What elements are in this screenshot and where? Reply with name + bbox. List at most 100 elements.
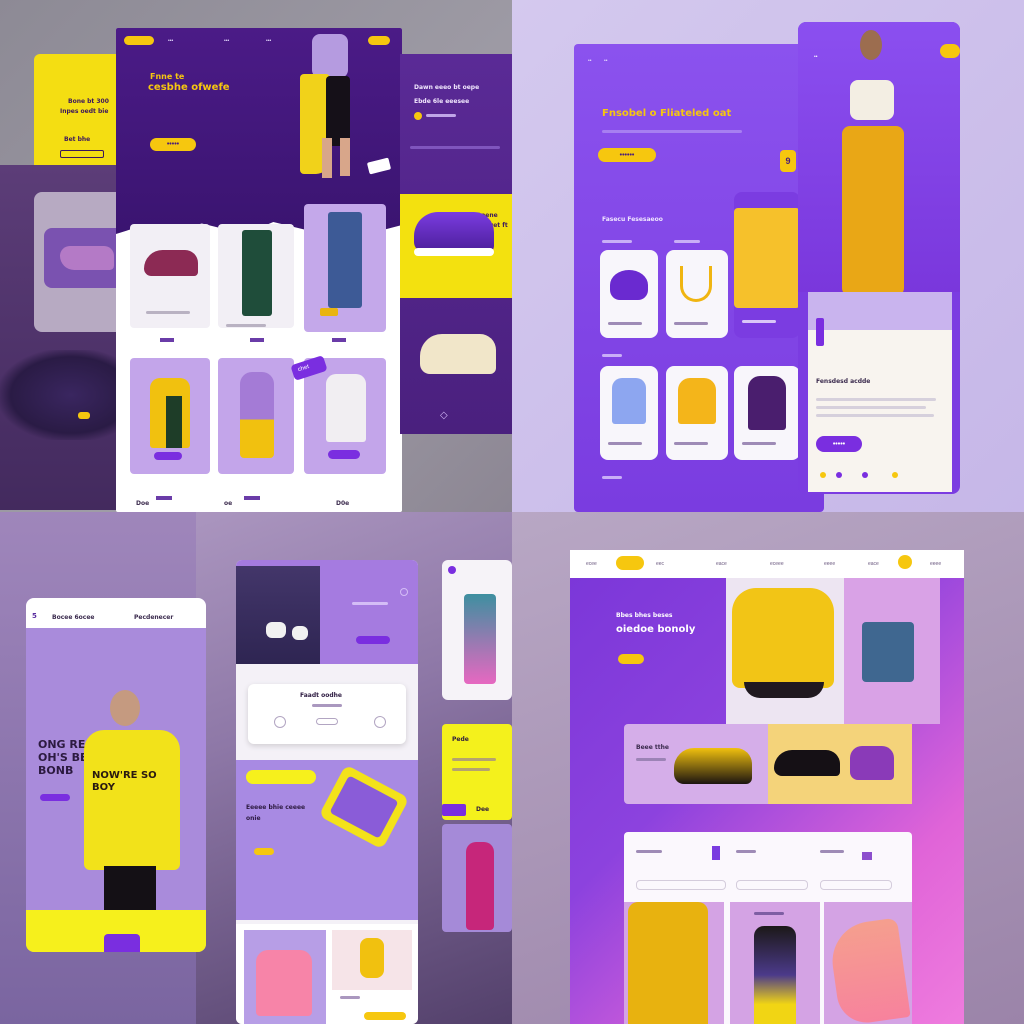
product-necklace-card[interactable]: [666, 250, 728, 338]
pink-sweater-icon: [256, 950, 312, 1016]
hero-cta[interactable]: [618, 654, 644, 664]
phone-cart-button[interactable]: [104, 934, 140, 952]
phone-mockup: 5 Bocee 6ocee Pecdenecer ONG RE OH'S BE …: [26, 598, 206, 952]
nav-active-pill[interactable]: [616, 556, 644, 570]
hero-kicker: Bbes bhes beses: [616, 612, 673, 619]
sneaker-strip: Beee tthe: [624, 724, 912, 804]
product-jacket-card[interactable]: [734, 366, 800, 460]
price-badge-text: Dee: [476, 806, 490, 813]
product-yellow-card[interactable]: [734, 192, 800, 338]
nav-item-8[interactable]: eeee: [930, 561, 941, 567]
shirt-icon: [612, 378, 646, 424]
hero-title: cesbhe ofwefe: [148, 82, 230, 93]
phone-header: Bocee 6ocee: [52, 614, 95, 621]
hero-shop-button[interactable]: ••••••: [598, 148, 656, 162]
strip-text: Beee tthe: [636, 744, 669, 751]
product-card-3[interactable]: [304, 204, 386, 332]
right-panel-sub: Ebde 6le eeesee: [414, 98, 470, 105]
quadrant-top-left: Bone bt 300 Inpes oedt bie Bet bhe ••• •…: [0, 0, 512, 512]
yellow-pants-card[interactable]: [624, 902, 724, 1024]
center-page: Faadt oodhe Eeeee bhie ceeee onie: [236, 560, 418, 1024]
side-card-line2: Inpes oedt bie: [60, 108, 109, 115]
printed-dress-icon: [754, 926, 796, 1024]
magenta-model-card[interactable]: [442, 824, 512, 932]
jeans-icon: [242, 230, 272, 316]
product-card-5[interactable]: [218, 358, 294, 474]
footer-label-3: D0e: [336, 500, 350, 507]
hat-icon: [610, 270, 648, 300]
hero-cta-button[interactable]: •••••: [150, 138, 196, 151]
necklace-icon: [680, 266, 712, 302]
phone-header-right: Pecdenecer: [134, 614, 174, 621]
category-card[interactable]: Faadt oodhe: [248, 684, 406, 744]
jacket-icon: [748, 376, 786, 430]
yellow-sweater-card[interactable]: [726, 578, 844, 724]
nav-item-6[interactable]: eace: [868, 561, 879, 567]
model-card: •• Fensdesd acdde •••••: [798, 22, 960, 494]
right-panel-title: Dawn eeeo bt oepe: [414, 84, 480, 91]
hoodie-text: NOW'RE SO BOY: [92, 770, 157, 793]
heel-card[interactable]: [824, 902, 912, 1024]
model-figure: [828, 30, 918, 296]
jeans-mini-card[interactable]: [442, 560, 512, 700]
cart-icon[interactable]: [898, 555, 912, 569]
footer-label-2: oe: [224, 500, 233, 507]
dress-icon: [712, 846, 720, 860]
desc-title: Fensdesd acdde: [816, 378, 871, 385]
denim-shorts-card[interactable]: [844, 578, 940, 724]
nav-item-5[interactable]: eeee: [824, 561, 835, 567]
cream-shoe-icon: [420, 334, 496, 374]
nav-pill-left[interactable]: [124, 36, 154, 45]
model-figure: [296, 34, 366, 184]
black-sneaker-icon: [774, 750, 840, 776]
sweater-icon: [732, 588, 834, 688]
pink-sweater-card[interactable]: [244, 930, 326, 1024]
main-page-card: ••• ••• ••• Fnne te cesbhe ofwefe •••••: [116, 28, 402, 512]
promo-pill[interactable]: [246, 770, 316, 784]
side-card-label: Bet bhe: [64, 136, 91, 143]
right-promo-panel: Dawn eeeo bt oepe Ebde 6le eeesee Dnene …: [400, 54, 512, 434]
footer-label-1: Doe: [136, 500, 150, 507]
dark-sneaker-icon: [0, 350, 118, 440]
purple-sneaker-icon: [414, 212, 494, 252]
add-to-cart-button[interactable]: •••••: [816, 436, 862, 452]
product-sweater-card[interactable]: [666, 366, 728, 460]
detail-panel: Fensdesd acdde •••••: [808, 292, 952, 492]
product-card-6[interactable]: [304, 358, 386, 474]
jeans-icon: [464, 594, 496, 684]
section-label: Fasecu Fesesaeoo: [602, 216, 663, 223]
product-shirt-card[interactable]: [600, 366, 658, 460]
promo-lines: Eeeee bhie ceeee onie: [246, 804, 306, 822]
side-card-button[interactable]: [60, 150, 104, 158]
yellow-card-label: Pede: [452, 736, 469, 743]
nav-item-3[interactable]: eace: [716, 561, 727, 567]
nav-item-1[interactable]: ecee: [586, 561, 597, 567]
purple-high-top-icon: [850, 746, 894, 780]
yellow-mini-card[interactable]: Pede Dee: [442, 724, 512, 820]
yellow-bag-icon: [734, 208, 800, 308]
quadrant-bottom-left: 5 Bocee 6ocee Pecdenecer ONG RE OH'S BE …: [0, 512, 512, 1024]
side-card-line1: Bone bt 300: [68, 98, 109, 105]
bookmark-icon: [816, 318, 824, 346]
menu-button[interactable]: [940, 44, 960, 58]
yellow-sneaker-icon: [674, 748, 752, 784]
nav-pill-right[interactable]: [368, 36, 390, 45]
main-purple-page: •• •• Fnsobel o Fliateled oat •••••• Fas…: [574, 44, 824, 512]
product-hat-card[interactable]: [600, 250, 658, 338]
phone-logo-icon: 5: [32, 612, 37, 620]
sweater-icon: [678, 378, 716, 424]
dress-card[interactable]: [730, 902, 820, 1024]
left-shoe-card: [34, 192, 124, 332]
hero-kicker: Fnne te: [150, 72, 185, 81]
hero-title: oiedoe bonoly: [616, 624, 696, 635]
product-card-2[interactable]: [218, 224, 294, 328]
hero-headline: Fnsobel o Fliateled oat: [602, 108, 732, 119]
nav-item-4[interactable]: eceee: [770, 561, 784, 567]
quadrant-top-right: •• •• Fnsobel o Fliateled oat •••••• Fas…: [512, 0, 1024, 512]
price-badge[interactable]: [442, 804, 466, 816]
shorts-icon: [862, 622, 914, 682]
category-card-title: Faadt oodhe: [300, 692, 342, 699]
floating-badge[interactable]: 9: [780, 150, 796, 172]
main-page: ecee eec eace eceee eeee eace eeee Bbes …: [570, 550, 964, 1024]
nav-item-2[interactable]: eec: [656, 561, 664, 567]
